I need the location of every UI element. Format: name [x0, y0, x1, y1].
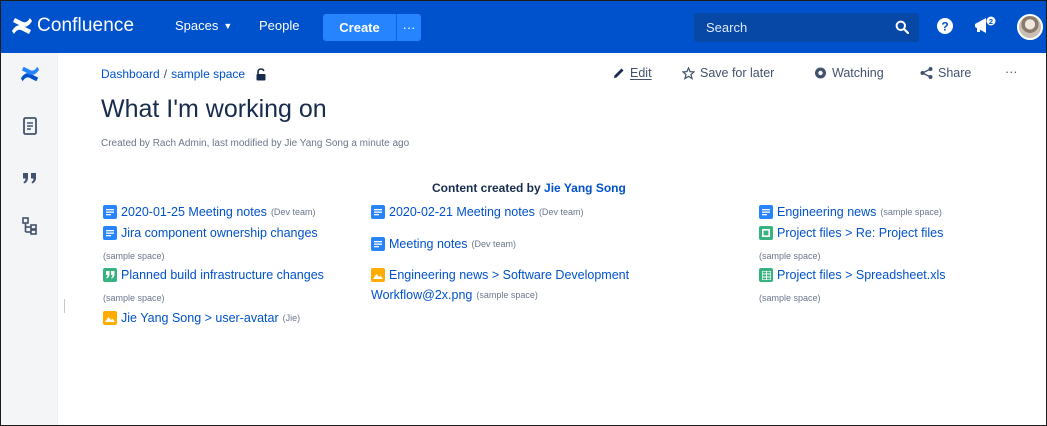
space-sidebar [1, 53, 58, 425]
edit-label: Edit [630, 66, 652, 80]
breadcrumb: Dashboard / sample space [101, 67, 267, 81]
share-label: Share [938, 66, 972, 80]
content-item[interactable]: Planned build infrastructure changes [103, 268, 324, 282]
content-item[interactable]: Project files > Re: Project files [759, 226, 943, 240]
spaces-menu[interactable]: Spaces ▼ [175, 18, 232, 33]
page-icon [103, 205, 117, 219]
item-space: (sample space) [759, 251, 821, 261]
item-title-line2: Workflow@2x.png [371, 288, 473, 302]
page-byline: Created by Rach Admin, last modified by … [101, 138, 410, 149]
svg-text:?: ? [941, 19, 948, 33]
content-item[interactable]: Engineering news > Software Development [371, 268, 629, 282]
content-item-continuation[interactable]: Workflow@2x.png (sample space) [371, 288, 538, 302]
pages-icon[interactable] [22, 117, 38, 135]
blog-icon [103, 268, 117, 282]
sidebar-resize-handle[interactable] [64, 299, 66, 313]
watching-label: Watching [832, 66, 884, 80]
content-item[interactable]: Project files > Spreadsheet.xls [759, 268, 946, 282]
item-space: (Dev team) [270, 207, 316, 217]
edit-button[interactable]: Edit [613, 66, 652, 80]
content-item[interactable]: Engineering news (sample space) [759, 205, 942, 219]
user-avatar[interactable] [1017, 14, 1043, 40]
item-space: (sample space) [880, 207, 942, 217]
chevron-down-icon: ▼ [223, 20, 233, 31]
item-space: (Jie) [282, 313, 301, 323]
item-space: (Dev team) [538, 207, 584, 217]
logo-text: Confluence [37, 15, 135, 36]
item-title: Engineering news > Software Development [389, 268, 630, 282]
content-item[interactable]: 2020-01-25 Meeting notes (Dev team) [103, 205, 315, 219]
file-icon [759, 226, 773, 240]
page-icon [759, 205, 773, 219]
breadcrumb-dashboard[interactable]: Dashboard [101, 67, 160, 81]
search-icon[interactable] [895, 20, 909, 34]
page-tree-icon[interactable] [22, 217, 38, 235]
spaces-label: Spaces [175, 18, 219, 33]
content-item[interactable]: Jira component ownership changes [103, 226, 318, 240]
item-space: (sample space) [476, 290, 538, 300]
pencil-icon [614, 68, 624, 78]
more-actions-button[interactable]: ··· [1005, 65, 1018, 79]
item-title: Planned build infrastructure changes [121, 268, 324, 282]
people-link[interactable]: People [259, 18, 299, 33]
image-icon [103, 311, 117, 325]
save-for-later-label: Save for later [700, 66, 775, 80]
page-title: What I'm working on [101, 95, 327, 123]
item-title: Jie Yang Song > user-avatar [121, 311, 279, 325]
item-space: (sample space) [759, 293, 821, 303]
save-for-later-button[interactable]: Save for later [682, 66, 774, 80]
item-space: (sample space) [103, 293, 165, 303]
share-icon [920, 67, 933, 79]
eye-icon [815, 67, 826, 79]
notifications-icon[interactable]: 2 [973, 15, 997, 37]
item-title: Project files > Re: Project files [777, 226, 944, 240]
item-title: Jira component ownership changes [121, 226, 318, 240]
heading-user-link[interactable]: Jie Yang Song [544, 181, 626, 195]
content-item[interactable]: Meeting notes (Dev team) [371, 237, 516, 251]
item-title: 2020-01-25 Meeting notes [121, 205, 267, 219]
watching-button[interactable]: Watching [814, 66, 884, 80]
restrictions-lock-icon[interactable] [255, 67, 267, 81]
item-space: (Dev team) [471, 239, 517, 249]
page-icon [371, 237, 385, 251]
top-navigation: Confluence Spaces ▼ People Create ··· Se… [1, 1, 1046, 53]
create-more-button[interactable]: ··· [396, 14, 421, 41]
confluence-space-icon[interactable] [20, 65, 40, 83]
confluence-icon [12, 18, 32, 34]
search-input[interactable]: Search [694, 13, 919, 42]
content-item[interactable]: Jie Yang Song > user-avatar (Jie) [103, 311, 300, 325]
people-label: People [259, 18, 300, 33]
create-button[interactable]: Create [323, 14, 396, 41]
item-title: 2020-02-21 Meeting notes [389, 205, 535, 219]
content-item[interactable]: 2020-02-21 Meeting notes (Dev team) [371, 205, 583, 219]
content-by-user-heading: Content created by Jie Yang Song [432, 181, 626, 195]
page-icon [371, 205, 385, 219]
confluence-logo[interactable]: Confluence [11, 12, 134, 40]
svg-text:2: 2 [989, 17, 993, 26]
search-placeholder: Search [706, 20, 748, 35]
breadcrumb-separator: / [163, 67, 168, 81]
star-icon [682, 66, 695, 80]
blog-quote-icon[interactable] [22, 171, 38, 185]
item-space: (sample space) [103, 251, 165, 261]
item-title: Project files > Spreadsheet.xls [777, 268, 946, 282]
page-icon [103, 226, 117, 240]
breadcrumb-space[interactable]: sample space [171, 67, 245, 81]
heading-prefix: Content created by [432, 181, 541, 195]
confluence-window: Confluence Spaces ▼ People Create ··· Se… [0, 0, 1047, 426]
help-icon[interactable]: ? [936, 17, 954, 35]
spreadsheet-icon [759, 268, 773, 282]
item-title: Meeting notes [389, 237, 468, 251]
image-icon [371, 268, 385, 282]
share-button[interactable]: Share [920, 66, 971, 80]
item-title: Engineering news [777, 205, 877, 219]
